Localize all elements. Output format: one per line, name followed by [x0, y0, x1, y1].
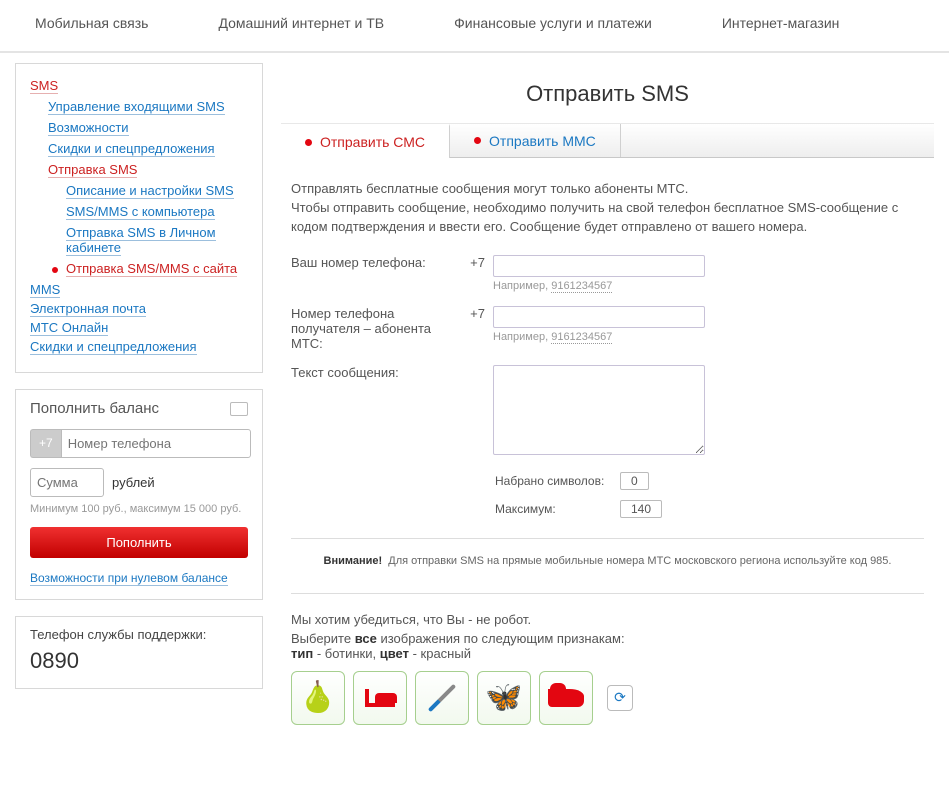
example-hint: Например, 9161234567	[493, 331, 705, 343]
sidebar-online[interactable]: МТС Онлайн	[30, 320, 108, 336]
example-link[interactable]: 9161234567	[551, 331, 612, 344]
main-panel: Отправить SMS Отправить СМС Отправить ММ…	[281, 63, 934, 735]
sidebar-menu: SMS Управление входящими SMS Возможности…	[15, 63, 263, 373]
separator	[291, 538, 924, 539]
recipient-phone-label: Номер телефона получателя – абонента МТС…	[291, 306, 469, 351]
your-phone-label: Ваш номер телефона:	[291, 255, 469, 292]
sidebar-email[interactable]: Электронная почта	[30, 301, 146, 317]
intro-text: Отправлять бесплатные сообщения могут то…	[291, 180, 924, 237]
support-label: Телефон службы поддержки:	[30, 627, 248, 642]
topup-button[interactable]: Пополнить	[30, 527, 248, 558]
captcha-refresh-button[interactable]: ⟳	[607, 685, 633, 711]
dot-icon	[474, 137, 481, 144]
tab-bar: Отправить СМС Отправить ММС	[281, 123, 934, 158]
sidebar-deals[interactable]: Скидки и спецпредложения	[30, 339, 197, 355]
nav-finance[interactable]: Финансовые услуги и платежи	[454, 15, 652, 31]
zero-balance-link[interactable]: Возможности при нулевом балансе	[30, 571, 228, 586]
topup-hint: Минимум 100 руб., максимум 15 000 руб.	[30, 503, 248, 515]
nav-shop[interactable]: Интернет-магазин	[722, 15, 840, 31]
rub-label: рублей	[112, 475, 155, 490]
phone-prefix: +7	[30, 429, 61, 458]
sidebar-mms[interactable]: MMS	[30, 282, 60, 298]
warning-text: Внимание! Для отправки SMS на прямые моб…	[291, 549, 924, 573]
message-label: Текст сообщения:	[291, 365, 469, 458]
top-nav: Мобильная связь Домашний интернет и ТВ Ф…	[0, 0, 949, 53]
max-count: 140	[620, 500, 662, 518]
screwdriver-icon	[428, 683, 456, 711]
support-box: Телефон службы поддержки: 0890	[15, 616, 263, 689]
recipient-phone-input[interactable]	[493, 306, 705, 328]
message-textarea[interactable]	[493, 365, 705, 455]
example-hint: Например, 9161234567	[493, 280, 705, 292]
active-dot-icon	[52, 267, 58, 273]
topup-title: Пополнить баланс	[30, 400, 159, 417]
sidebar-sub[interactable]: SMS/MMS с компьютера	[66, 204, 215, 220]
example-link[interactable]: 9161234567	[551, 280, 612, 293]
your-phone-input[interactable]	[493, 255, 705, 277]
sidebar-item[interactable]: Возможности	[48, 120, 129, 136]
topup-box: Пополнить баланс +7 рублей Минимум 100 р…	[15, 389, 263, 600]
max-label: Максимум:	[495, 502, 620, 516]
sidebar-item[interactable]: Скидки и спецпредложения	[48, 141, 215, 157]
wallet-icon	[230, 402, 248, 416]
captcha-screwdriver[interactable]	[415, 671, 469, 725]
captcha-title: Мы хотим убедиться, что Вы - не робот.	[291, 612, 924, 627]
sidebar-item-send-sms[interactable]: Отправка SMS	[48, 162, 137, 178]
topup-sum-input[interactable]	[30, 468, 104, 497]
nav-mobile[interactable]: Мобильная связь	[35, 15, 148, 31]
support-number: 0890	[30, 648, 248, 674]
shoe-icon	[548, 689, 584, 707]
tab-mms[interactable]: Отправить ММС	[450, 124, 621, 157]
chars-count: 0	[620, 472, 649, 490]
refresh-icon: ⟳	[614, 689, 626, 706]
captcha-bed[interactable]	[353, 671, 407, 725]
captcha-rules: Выберите все изображения по следующим пр…	[291, 631, 924, 661]
chars-label: Набрано символов:	[495, 474, 620, 488]
page-title: Отправить SMS	[281, 63, 934, 123]
sidebar-item[interactable]: Управление входящими SMS	[48, 99, 225, 115]
sidebar-sub[interactable]: Отправка SMS в Личном кабинете	[66, 225, 216, 256]
prefix-label: +7	[469, 255, 493, 292]
dot-icon	[305, 139, 312, 146]
separator	[291, 593, 924, 594]
topup-phone-input[interactable]	[61, 429, 251, 458]
sidebar-sub[interactable]: Описание и настройки SMS	[66, 183, 234, 199]
bed-icon	[365, 689, 395, 707]
captcha-shoe[interactable]	[539, 671, 593, 725]
sidebar-sub-current[interactable]: Отправка SMS/MMS с сайта	[66, 261, 237, 277]
prefix-label: +7	[469, 306, 493, 351]
captcha-pear[interactable]: 🍐	[291, 671, 345, 725]
captcha-butterfly[interactable]: 🦋	[477, 671, 531, 725]
nav-internet-tv[interactable]: Домашний интернет и ТВ	[218, 15, 384, 31]
sidebar-sms[interactable]: SMS	[30, 78, 58, 94]
tab-sms[interactable]: Отправить СМС	[281, 124, 450, 158]
captcha-images: 🍐 🦋 ⟳	[291, 671, 924, 725]
